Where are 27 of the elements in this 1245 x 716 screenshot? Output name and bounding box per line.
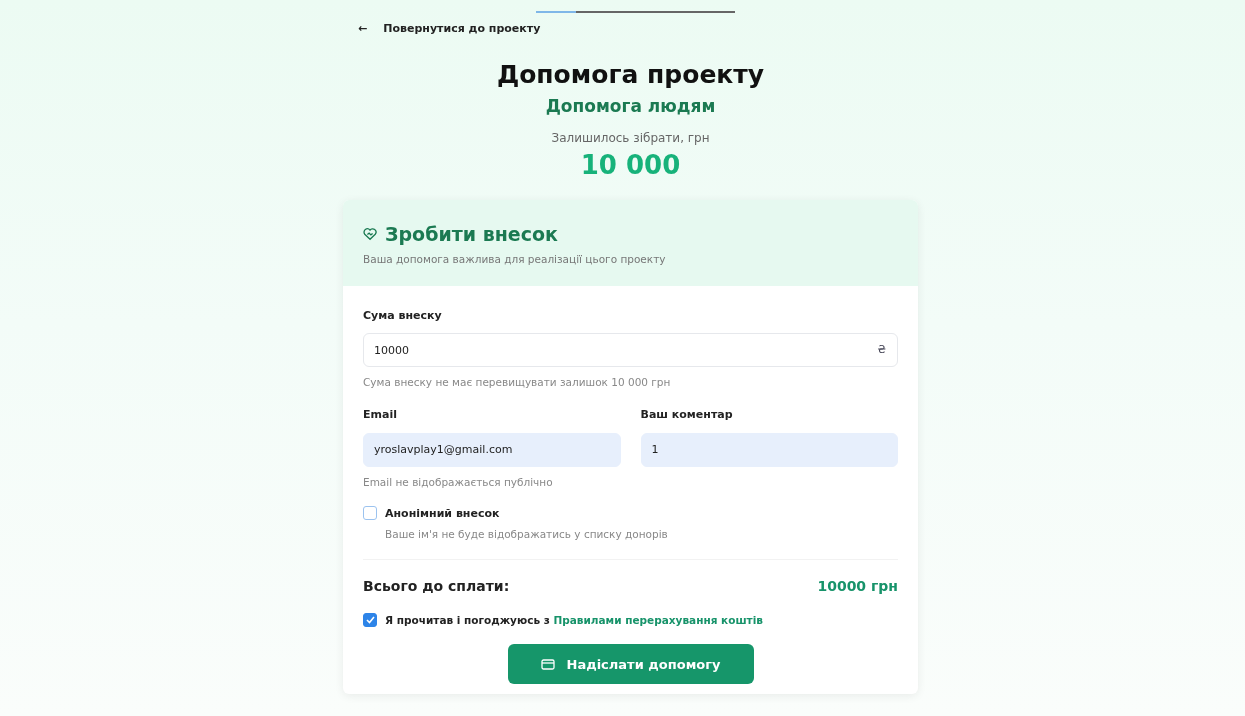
email-field[interactable]: yroslavplay1@gmail.com — [363, 432, 621, 467]
hint-text: Ваше ім'я не буде відображатись у списку донорів — [385, 526, 668, 542]
card-subtitle: Ваша допомога важлива для реалізації цього проекту — [363, 252, 667, 268]
card-icon — [540, 658, 555, 670]
field-label: Ваш коментар — [640, 407, 734, 424]
page-title: Допомога проекту — [496, 59, 765, 90]
currency-symbol: ₴ — [877, 342, 886, 359]
total-amount: 10000 грн — [817, 576, 898, 596]
rules-link[interactable]: Правилами перерахування коштів — [553, 613, 763, 626]
checkbox[interactable] — [363, 613, 377, 628]
hint-text: Email не відображається публічно — [363, 474, 554, 490]
agreement-text: Я прочитав і погоджуюсь з Правилами перерахування коштів — [385, 612, 763, 628]
hint-text: Сума внеску не має перевищувати залишок 10 000 грн — [363, 375, 672, 391]
submit-button[interactable]: Надіслати допомогу — [507, 644, 754, 685]
card-title: Зробити внесок — [385, 221, 558, 247]
checkbox-label: Анонімний внесок — [385, 506, 501, 523]
back-arrow-icon[interactable]: ← — [358, 21, 368, 38]
heart-icon — [363, 226, 377, 241]
back-link[interactable]: Повернутися до проекту — [383, 21, 541, 38]
checkbox[interactable] — [363, 506, 377, 521]
remaining-amount: 10 000 — [580, 151, 681, 180]
field-label: Сума внеску — [363, 307, 443, 324]
total-label: Всього до сплати: — [363, 576, 510, 596]
project-name: Допомога людям — [545, 94, 716, 118]
remaining-label: Залишилось зібрати, грн — [551, 130, 710, 147]
comment-field[interactable]: 1 — [640, 432, 898, 467]
field-label: Email — [363, 407, 398, 424]
